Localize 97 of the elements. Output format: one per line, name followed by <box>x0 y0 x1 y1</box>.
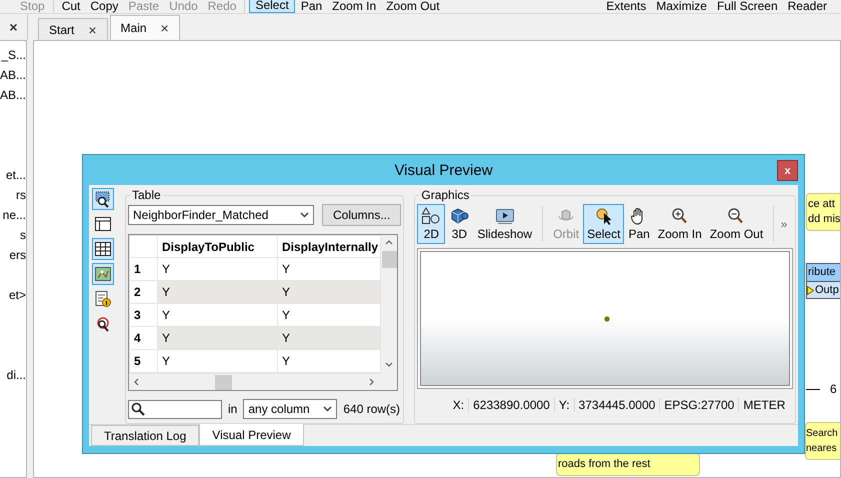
navigator-item[interactable]: AB... <box>0 85 26 105</box>
group-label: Table <box>131 188 162 202</box>
column-header[interactable]: DisplayInternally <box>278 236 380 258</box>
status-text: EPSG:27700 <box>659 398 738 412</box>
more-button[interactable]: » <box>780 217 794 231</box>
table-cell: Y <box>158 258 278 280</box>
info-icon <box>94 290 112 308</box>
toolbar-button[interactable]: Pan <box>296 0 326 13</box>
row-number: 5 <box>130 350 158 372</box>
status-text: 3734445.0000 <box>574 398 660 412</box>
annotation-note: roads from the rest <box>556 453 700 476</box>
tab[interactable]: Start × <box>38 18 108 40</box>
scrollbar-thumb[interactable] <box>382 251 396 268</box>
annotation-note: ce att dd mis <box>806 193 840 231</box>
side-tool-button[interactable] <box>92 238 114 260</box>
tab[interactable]: Main × <box>110 15 180 40</box>
transformer-title: ribute <box>806 263 840 282</box>
close-button[interactable]: x <box>777 160 798 181</box>
graphics-tool-button[interactable]: 3D <box>445 204 474 244</box>
map-icon <box>94 265 112 283</box>
columns-button[interactable]: Columns... <box>322 204 402 226</box>
graphics-tool-button[interactable]: Select <box>583 204 624 244</box>
toolbar-button[interactable]: Zoom In <box>328 0 380 13</box>
toolbar-button[interactable]: Select <box>249 0 295 13</box>
row-number: 2 <box>130 280 158 304</box>
close-button[interactable]: × <box>9 20 18 34</box>
row-number: 4 <box>130 326 158 350</box>
toolbar-button[interactable]: Copy <box>86 0 122 13</box>
row-count: 640 row(s) <box>343 402 400 416</box>
scrollbar-thumb[interactable] <box>215 374 232 390</box>
graphics-tool-button[interactable]: Slideshow <box>473 204 536 244</box>
status-text: Y: <box>554 398 574 412</box>
triangle-icon <box>807 286 814 294</box>
point-feature <box>604 316 610 322</box>
horizontal-scrollbar[interactable] <box>129 373 380 390</box>
feature-count: 6 <box>830 382 837 396</box>
graphics-tool-button[interactable]: 2D <box>417 204 446 244</box>
shapes-icon <box>421 207 442 225</box>
inspect-icon <box>94 190 112 208</box>
toolbar-button[interactable]: Zoom Out <box>382 0 444 13</box>
navigator-item[interactable]: AB... <box>0 65 26 85</box>
table-cell: Y <box>278 258 380 280</box>
preview-viewport[interactable] <box>420 251 790 386</box>
column-scope-select[interactable]: any column <box>243 399 338 419</box>
connection-line <box>806 389 820 390</box>
navigator-item[interactable]: _S... <box>1 45 26 65</box>
navigator-item[interactable]: et> <box>9 285 26 305</box>
toolbar-button[interactable]: Cut <box>58 0 84 13</box>
status-text: METER <box>738 398 790 412</box>
vertical-scrollbar[interactable] <box>380 235 397 373</box>
layout-icon <box>94 215 112 233</box>
table-cell: Y <box>278 304 380 326</box>
table-cell: Y <box>158 326 278 350</box>
navigator-item[interactable]: di... <box>6 365 26 385</box>
table-cell: Y <box>278 280 380 304</box>
navigator-item[interactable]: ne... <box>2 205 26 225</box>
status-text: 6233890.0000 <box>468 398 554 412</box>
tab[interactable]: Visual Preview <box>199 424 304 446</box>
tab[interactable]: Translation Log <box>91 425 200 446</box>
close-button[interactable]: × <box>88 22 97 38</box>
zoom-in-icon <box>670 207 690 225</box>
slideshow-icon <box>494 207 515 225</box>
navigator-item[interactable]: ers <box>9 245 26 265</box>
toolbar-button[interactable]: Extents <box>602 0 650 13</box>
table-cell: Y <box>158 350 278 372</box>
grid-icon <box>94 240 112 258</box>
row-number: 3 <box>130 304 158 326</box>
toolbar-button[interactable]: Reader <box>784 0 831 13</box>
search-field[interactable] <box>128 400 222 418</box>
chevron-down-icon <box>300 212 309 218</box>
group-label: Graphics <box>420 188 470 202</box>
annotation-note: Search neares <box>805 422 840 460</box>
graphics-tool-button[interactable]: Pan <box>624 204 654 244</box>
table-cell: Y <box>278 326 380 350</box>
navigator-item[interactable]: et... <box>6 165 26 185</box>
window-title: Visual Preview <box>394 162 493 178</box>
chevron-down-icon <box>323 406 332 412</box>
row-number: 1 <box>130 258 158 280</box>
table-cell: Y <box>278 350 380 372</box>
graphics-tool-button[interactable]: Zoom In <box>654 204 706 244</box>
graphics-tool-button[interactable]: Zoom Out <box>706 204 768 244</box>
status-text: X: <box>452 398 466 412</box>
table-cell: Y <box>158 280 278 304</box>
cube-icon <box>449 207 470 225</box>
table-cell: Y <box>158 304 278 326</box>
pointer-icon <box>594 207 614 225</box>
toolbar-button[interactable]: Maximize <box>652 0 711 13</box>
toolbar-button[interactable]: Full Screen <box>712 0 782 13</box>
search-icon <box>131 402 145 416</box>
close-button[interactable]: × <box>160 20 169 36</box>
output-port[interactable]: Outp <box>806 282 840 299</box>
side-tool-button[interactable] <box>92 188 114 210</box>
navigator-item[interactable]: rs <box>16 185 26 205</box>
in-label: in <box>228 402 238 416</box>
navigator-item[interactable]: s <box>20 225 26 245</box>
feature-type-select[interactable]: NeighborFinder_Matched <box>128 205 314 225</box>
column-header[interactable]: DisplayToPublic <box>158 236 278 258</box>
